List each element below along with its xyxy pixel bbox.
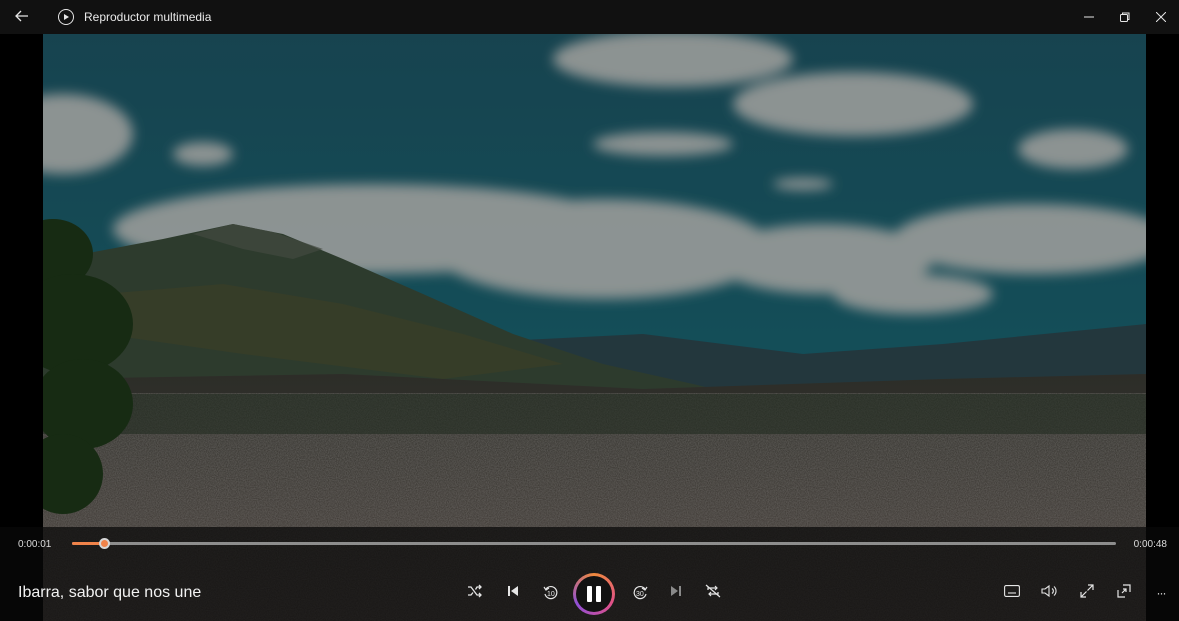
window-title: Reproductor multimedia xyxy=(84,10,212,24)
back-button[interactable] xyxy=(0,0,44,34)
more-icon: ··· xyxy=(1156,586,1167,600)
mini-player-button[interactable] xyxy=(1108,578,1140,608)
minimize-button[interactable] xyxy=(1071,0,1107,34)
play-pause-button[interactable] xyxy=(573,573,615,615)
pause-icon xyxy=(576,576,612,612)
shuffle-icon xyxy=(467,584,483,603)
playback-controls: 0:00:01 0:00:48 Ibarra, sabor que nos un… xyxy=(0,527,1179,621)
rewind-10-button[interactable]: 10 xyxy=(535,578,567,608)
forward-30-icon: 30 xyxy=(631,584,649,602)
play-circle-icon xyxy=(58,9,74,25)
close-button[interactable] xyxy=(1143,0,1179,34)
repeat-off-icon xyxy=(705,584,721,603)
close-icon xyxy=(1155,9,1167,25)
subtitles-button[interactable] xyxy=(996,578,1028,608)
minimize-icon xyxy=(1084,9,1094,25)
shuffle-button[interactable] xyxy=(459,578,491,608)
next-icon xyxy=(670,584,682,602)
volume-button[interactable] xyxy=(1034,578,1066,608)
current-time: 0:00:01 xyxy=(18,539,52,550)
previous-button[interactable] xyxy=(497,578,529,608)
next-button[interactable] xyxy=(660,578,692,608)
title-bar: Reproductor multimedia xyxy=(0,0,1179,34)
mini-player-icon xyxy=(1117,583,1131,603)
more-button[interactable]: ··· xyxy=(1146,578,1176,608)
forward-30-label: 30 xyxy=(636,591,644,598)
restore-icon xyxy=(1120,9,1130,25)
fullscreen-icon xyxy=(1080,583,1094,603)
forward-30-button[interactable]: 30 xyxy=(624,578,656,608)
rewind-10-icon: 10 xyxy=(542,584,560,602)
restore-button[interactable] xyxy=(1107,0,1143,34)
seek-bar[interactable] xyxy=(72,538,1116,549)
media-player-window: Reproductor multimedia 0:00:01 0:00:48 I… xyxy=(0,0,1179,621)
rewind-10-label: 10 xyxy=(547,591,555,598)
repeat-button[interactable] xyxy=(697,578,729,608)
total-time: 0:00:48 xyxy=(1133,539,1167,550)
fullscreen-button[interactable] xyxy=(1071,578,1103,608)
previous-icon xyxy=(507,584,519,602)
subtitles-icon xyxy=(1004,584,1020,602)
volume-icon xyxy=(1041,584,1059,603)
seek-thumb[interactable] xyxy=(99,538,110,549)
arrow-left-icon xyxy=(15,9,29,25)
media-title: Ibarra, sabor que nos une xyxy=(18,584,202,601)
